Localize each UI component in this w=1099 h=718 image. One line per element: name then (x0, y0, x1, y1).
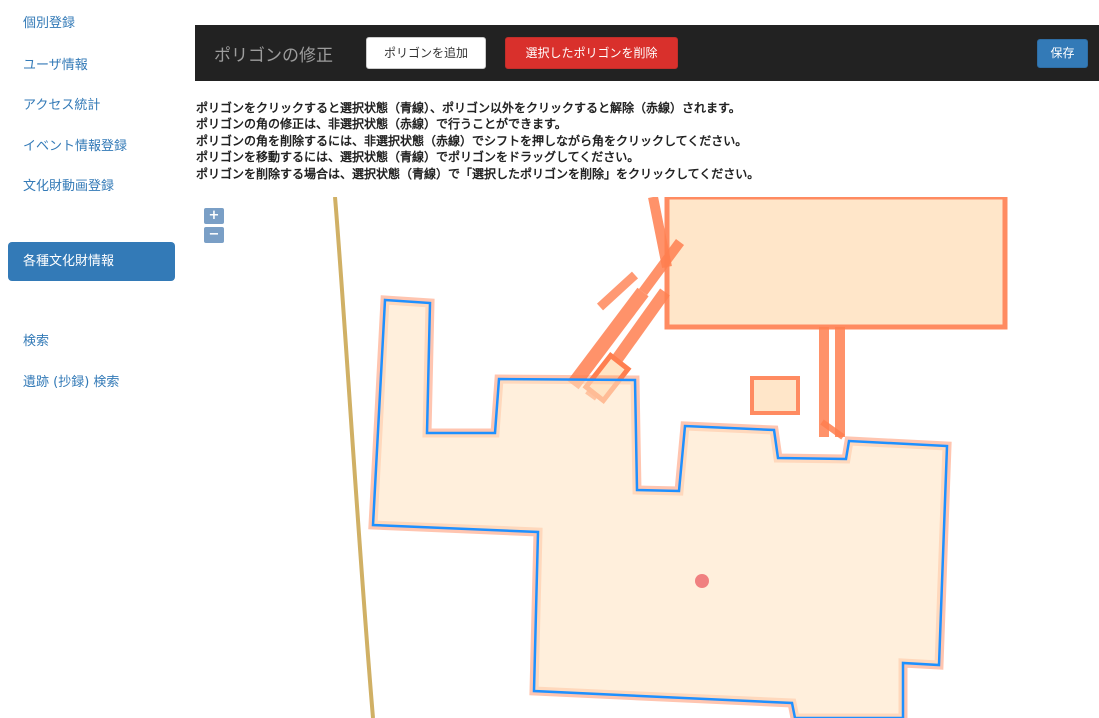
instruction-line: ポリゴンを削除する場合は、選択状態（青線）で「選択したポリゴンを削除」をクリック… (196, 166, 760, 181)
instruction-line: ポリゴンをクリックすると選択状態（青線）、ポリゴン以外をクリックすると解除（赤線… (196, 101, 741, 115)
save-button[interactable]: 保存 (1037, 39, 1088, 68)
sidebar-item-access-stats[interactable]: アクセス統計 (23, 94, 100, 113)
polygon-edit-toolbar: ポリゴンの修正 ポリゴンを追加 選択したポリゴンを削除 保存 (195, 25, 1099, 81)
vertical-structure (819, 327, 845, 440)
add-polygon-button[interactable]: ポリゴンを追加 (366, 37, 486, 69)
sidebar: 個別登録 ユーザ情報 アクセス統計 イベント情報登録 文化財動画登録 各種文化財… (0, 0, 185, 718)
sidebar-item-event-registration[interactable]: イベント情報登録 (23, 135, 127, 154)
delete-selected-polygon-button[interactable]: 選択したポリゴンを削除 (505, 37, 678, 69)
selected-polygon[interactable] (371, 298, 949, 718)
instruction-line: ポリゴンの角の修正は、非選択状態（赤線）で行うことができます。 (196, 117, 567, 132)
map-layer[interactable] (195, 197, 1099, 718)
sidebar-item-search[interactable]: 検索 (23, 330, 49, 349)
sidebar-item-user-info[interactable]: ユーザ情報 (23, 54, 88, 73)
diagonal-structure (567, 197, 685, 405)
sidebar-item-ruins-search[interactable]: 遺跡 (抄録) 検索 (23, 371, 119, 390)
sidebar-item-individual-registration[interactable]: 個別登録 (23, 12, 75, 31)
zoom-out-button[interactable]: − (204, 227, 224, 243)
instructions: ポリゴンをクリックすると選択状態（青線）、ポリゴン以外をクリックすると解除（赤線… (196, 100, 1096, 182)
polygon-centroid-marker[interactable] (695, 574, 709, 588)
road-line (333, 197, 375, 718)
sidebar-item-cultural-property-info[interactable]: 各種文化財情報 (8, 242, 175, 281)
sidebar-item-video-registration[interactable]: 文化財動画登録 (23, 175, 114, 194)
map-canvas[interactable]: + − (195, 197, 1099, 718)
instruction-line: ポリゴンの角を削除するには、非選択状態（赤線）でシフトを押しながら角をクリックし… (196, 133, 748, 148)
zoom-in-button[interactable]: + (204, 208, 224, 224)
page-title: ポリゴンの修正 (214, 46, 333, 66)
instruction-line: ポリゴンを移動するには、選択状態（青線）でポリゴンをドラッグしてください。 (196, 150, 640, 165)
small-building-polygon[interactable] (750, 376, 800, 415)
building-polygon[interactable] (664, 197, 1008, 330)
